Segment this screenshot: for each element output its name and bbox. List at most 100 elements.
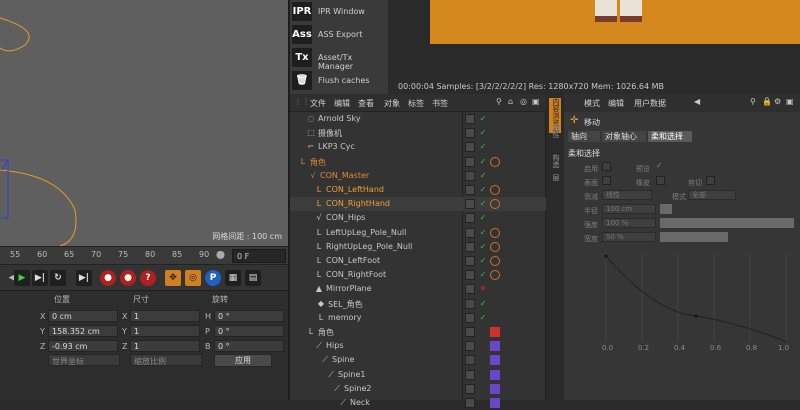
mode-select[interactable]: 全部 xyxy=(688,190,736,200)
loop-icon[interactable]: ↻ xyxy=(50,270,66,286)
object-row[interactable]: ⬚ 摄像机 ✓ xyxy=(290,126,546,140)
tab-structure[interactable]: 构造 xyxy=(549,154,561,168)
lock-icon[interactable]: 🔒 xyxy=(762,97,772,106)
object-row[interactable]: L CON_LeftFoot ✓ xyxy=(290,254,546,268)
rotate-key-icon[interactable]: ◎ xyxy=(185,270,201,286)
visibility-icon[interactable]: ✓ xyxy=(478,228,488,238)
layer-flag[interactable] xyxy=(465,327,475,337)
tag-icon[interactable] xyxy=(490,199,500,210)
move-key-icon[interactable]: ✥ xyxy=(165,270,181,286)
tab-soft-selection[interactable]: 柔和选择 xyxy=(648,131,692,142)
size-y-field[interactable]: 1 xyxy=(130,325,200,337)
position-x-field[interactable]: 0 cm xyxy=(48,310,118,322)
keyframe-help-icon[interactable]: ? xyxy=(140,270,156,286)
visibility-icon[interactable]: ✓ xyxy=(478,313,488,323)
object-row[interactable]: Lmemory ✓ xyxy=(290,311,546,325)
tag-icon[interactable] xyxy=(490,284,500,294)
tag-icon[interactable] xyxy=(490,213,500,223)
visibility-icon[interactable] xyxy=(478,370,488,380)
tab-axis[interactable]: 轴向 xyxy=(568,131,600,142)
3d-viewport[interactable]: 网格间距 : 100 cm xyxy=(0,0,288,246)
layer-flag[interactable] xyxy=(465,156,475,167)
home-icon[interactable]: ⌂ xyxy=(508,97,513,106)
menu-item-flush-caches[interactable]: 🗑 Flush caches xyxy=(290,69,388,92)
grid-key-icon[interactable]: ▦ xyxy=(225,270,241,286)
object-row[interactable]: L 角色 xyxy=(290,325,546,339)
object-row[interactable]: ⟋ Spine2 xyxy=(290,382,546,396)
surface-checkbox[interactable] xyxy=(602,176,611,185)
layer-flag[interactable] xyxy=(465,227,475,238)
layer-flag[interactable] xyxy=(465,142,475,153)
layer-flag[interactable] xyxy=(465,284,475,295)
radius-slider[interactable] xyxy=(660,204,672,214)
play-icon[interactable]: ▶ xyxy=(14,270,30,286)
object-row[interactable]: ▲ MirrorPlane ✕ xyxy=(290,282,546,296)
layer-flag[interactable] xyxy=(465,369,475,380)
visibility-icon[interactable]: ✓ xyxy=(478,213,488,223)
menu-item-ass-export[interactable]: Ass ASS Export xyxy=(290,23,388,46)
layer-flag[interactable] xyxy=(465,256,475,266)
layer-flag[interactable] xyxy=(465,114,475,124)
tag-icon[interactable] xyxy=(490,383,500,394)
visibility-icon[interactable]: ✓ xyxy=(478,157,488,167)
strength-slider[interactable] xyxy=(660,218,794,228)
radius-field[interactable]: 100 cm xyxy=(602,204,656,214)
object-row[interactable]: ◌ Arnold Sky ✓ xyxy=(290,112,546,126)
search-icon[interactable]: ⚲ xyxy=(750,97,756,106)
visibility-icon[interactable]: ✓ xyxy=(478,114,488,124)
object-row[interactable]: ⟋ Neck xyxy=(290,396,546,410)
visibility-icon[interactable]: ✓ xyxy=(478,299,488,309)
width-field[interactable]: 50 % xyxy=(602,232,656,242)
visibility-icon[interactable] xyxy=(478,341,488,351)
tab-layers[interactable]: 层 xyxy=(549,174,561,181)
falloff-select[interactable]: 线性 xyxy=(602,190,652,200)
visibility-icon[interactable]: ✓ xyxy=(478,199,488,209)
tag-icon[interactable] xyxy=(490,369,500,380)
size-z-field[interactable]: 1 xyxy=(130,340,200,352)
settings-icon[interactable]: ⚙ xyxy=(774,97,781,106)
autokey-icon[interactable]: ● xyxy=(120,270,136,286)
enable-checkbox[interactable] xyxy=(602,162,611,171)
rotation-p-field[interactable]: 0 ° xyxy=(214,325,284,337)
menu-tag[interactable]: 标签 xyxy=(408,98,424,109)
timeline-ruler[interactable]: 55 60 65 70 75 80 85 90 ⬤ 0 F xyxy=(0,246,288,264)
preview-checkmark-icon[interactable]: ✓ xyxy=(656,161,663,170)
object-row[interactable]: L LeftUpLeg_Pole_Null ✓ xyxy=(290,226,546,240)
end-frame-field[interactable]: 0 F xyxy=(232,249,286,263)
menu-user-data[interactable]: 用户数据 xyxy=(634,98,666,109)
width-slider[interactable] xyxy=(660,232,728,242)
tab-attributes[interactable]: 属性 xyxy=(549,124,561,138)
menu-item-asset-manager[interactable]: Tx Asset/Tx Manager xyxy=(290,46,388,71)
tag-icon[interactable] xyxy=(490,185,500,195)
back-arrow-icon[interactable]: ◀ xyxy=(694,97,700,106)
tag-icon[interactable] xyxy=(490,270,500,281)
menu-item-ipr-window[interactable]: IPR IPR Window xyxy=(290,0,388,23)
rotation-h-field[interactable]: 0 ° xyxy=(214,310,284,322)
filter-icon[interactable]: ◎ xyxy=(520,97,527,106)
position-z-field[interactable]: -0.93 cm xyxy=(48,340,118,352)
layer-flag[interactable] xyxy=(465,185,475,195)
new-window-icon[interactable]: ▣ xyxy=(786,97,794,106)
size-x-field[interactable]: 1 xyxy=(130,310,200,322)
visibility-icon[interactable] xyxy=(478,355,488,365)
layer-flag[interactable] xyxy=(465,199,475,210)
layer-flag[interactable] xyxy=(465,298,475,309)
visibility-icon[interactable]: ✓ xyxy=(478,128,488,138)
tag-icon[interactable] xyxy=(490,128,500,138)
object-row[interactable]: ⟋ Spine1 xyxy=(290,368,546,382)
coordinate-system-select[interactable]: 世界坐标 xyxy=(48,354,120,366)
render-view[interactable] xyxy=(388,0,800,80)
clip-checkbox[interactable] xyxy=(706,176,715,185)
strength-field[interactable]: 100 % xyxy=(602,218,656,228)
object-row[interactable]: √ CON_Master ✓ xyxy=(290,169,546,183)
layer-flag[interactable] xyxy=(465,312,475,323)
falloff-curve-graph[interactable] xyxy=(594,252,790,348)
visibility-icon[interactable]: ✓ xyxy=(478,185,488,195)
visibility-icon[interactable]: ✓ xyxy=(478,242,488,252)
layer-flag[interactable] xyxy=(465,241,475,252)
timeline-window-icon[interactable]: ▤ xyxy=(245,270,261,286)
tag-icon[interactable] xyxy=(490,114,500,124)
position-y-field[interactable]: 158.352 cm xyxy=(48,325,118,337)
object-row[interactable]: L RightUpLeg_Pole_Null ✓ xyxy=(290,240,546,254)
visibility-icon[interactable]: ✕ xyxy=(478,284,488,294)
